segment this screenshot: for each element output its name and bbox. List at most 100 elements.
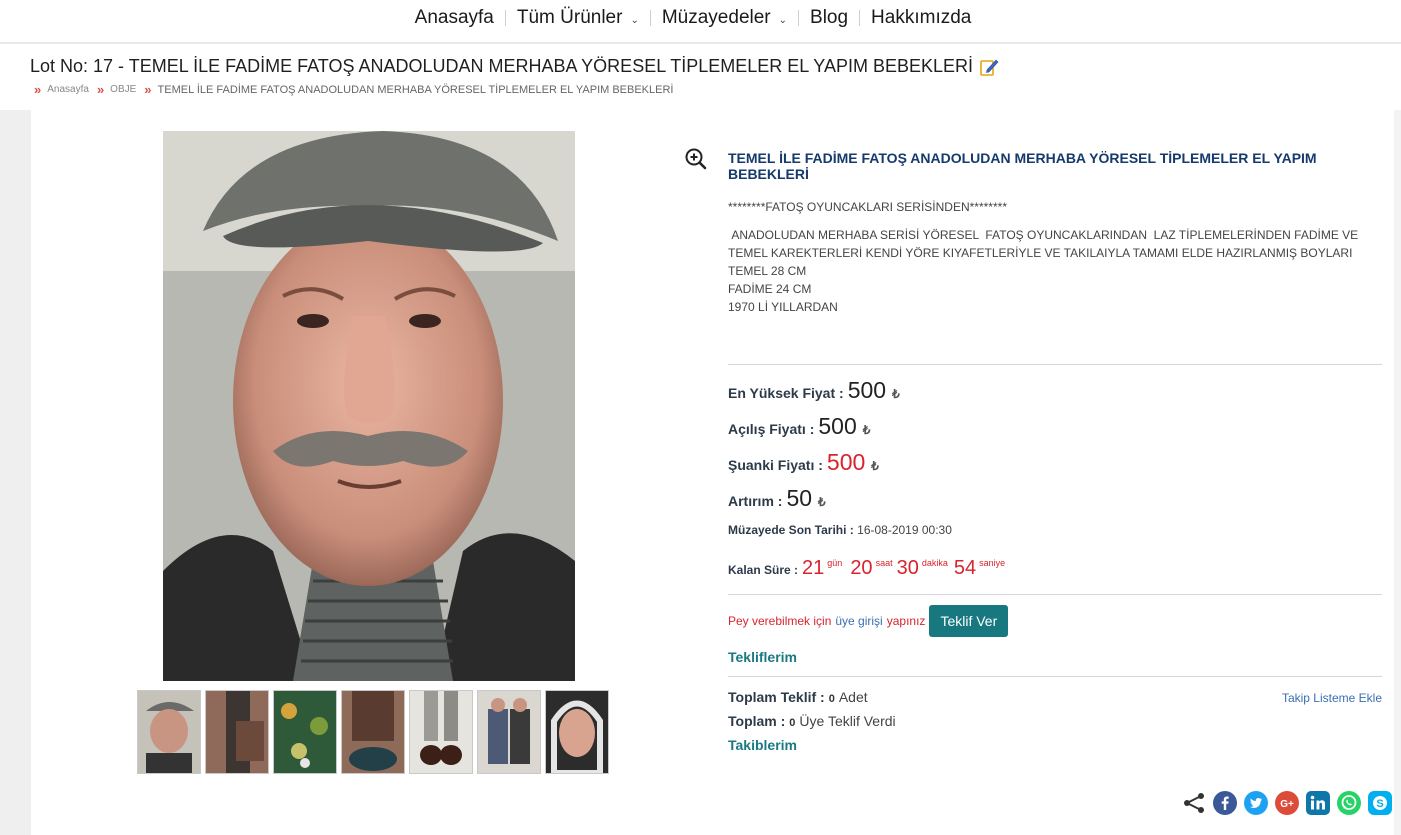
- my-follows-link[interactable]: Takiblerim: [728, 737, 1382, 753]
- opening-price-label: Açılış Fiyatı :: [728, 421, 815, 437]
- increment-value: 50: [786, 485, 813, 511]
- share-bar: G+ S: [1182, 791, 1392, 815]
- countdown-hours-unit: saat: [875, 558, 893, 568]
- breadcrumb-separator: »: [96, 82, 105, 97]
- currency-symbol: ₺: [871, 459, 879, 473]
- zoom-in-icon[interactable]: [684, 147, 708, 171]
- total-bids-value: 0: [828, 693, 835, 705]
- highest-price-row: En Yüksek Fiyat : 500 ₺: [728, 377, 1382, 413]
- page-title: Lot No: 17 - TEMEL İLE FADİME FATOŞ ANAD…: [30, 56, 999, 77]
- currency-symbol: ₺: [862, 423, 871, 437]
- countdown-minutes-unit: dakika: [921, 558, 948, 568]
- total-members-label: Toplam :: [728, 713, 786, 729]
- product-description: ANADOLUDAN MERHABA SERİSİ YÖRESEL FATOŞ …: [728, 226, 1382, 316]
- thumbnail-image[interactable]: [409, 690, 473, 774]
- opening-price-value: 500: [818, 413, 857, 439]
- countdown-label: Kalan Süre :: [728, 563, 799, 577]
- breadcrumb-separator: »: [34, 82, 42, 97]
- product-title: TEMEL İLE FADİME FATOŞ ANADOLUDAN MERHAB…: [728, 150, 1317, 182]
- add-to-watchlist-link[interactable]: Takip Listeme Ekle: [1282, 691, 1382, 705]
- login-link[interactable]: üye girişi: [835, 614, 882, 628]
- total-members-unit: Üye Teklif Verdi: [799, 713, 896, 729]
- divider: [728, 594, 1382, 595]
- nav-about-label: Hakkımızda: [871, 7, 972, 28]
- total-bids-unit: Adet: [838, 689, 868, 705]
- linkedin-icon[interactable]: [1306, 791, 1330, 815]
- highest-price-label: En Yüksek Fiyat :: [728, 385, 844, 401]
- nav-auctions-label: Müzayedeler: [661, 7, 771, 28]
- countdown-timer: Kalan Süre : 21 gün 20 saat 30 dakika 54…: [728, 557, 1382, 580]
- currency-symbol: ₺: [818, 495, 826, 509]
- product-info: TEMEL İLE FADİME FATOŞ ANADOLUDAN MERHAB…: [728, 150, 1382, 753]
- total-bids-label: Toplam Teklif :: [728, 689, 825, 705]
- currency-symbol: ₺: [892, 387, 900, 401]
- opening-price-row: Açılış Fiyatı : 500 ₺: [728, 413, 1382, 449]
- increment-label: Artırım :: [728, 493, 783, 509]
- auction-deadline: Müzayede Son Tarihi : 16-08-2019 00:30: [728, 523, 1382, 537]
- top-navigation: Anasayfa Tüm Ürünler ⌄ Müzayedeler ⌄ Blog …: [0, 0, 1401, 44]
- thumbnail-image[interactable]: [137, 690, 201, 774]
- share-icon[interactable]: [1182, 791, 1206, 815]
- facebook-icon[interactable]: [1213, 791, 1237, 815]
- highest-price-value: 500: [847, 377, 887, 403]
- nav-about[interactable]: Hakkımızda: [860, 7, 982, 29]
- nav-auctions[interactable]: Müzayedeler ⌄: [651, 7, 798, 29]
- thumbnail-image[interactable]: [273, 690, 337, 774]
- current-price-value: 500: [826, 449, 866, 475]
- description-line: TEMEL 28 CM: [728, 264, 807, 278]
- thumbnail-image[interactable]: [341, 690, 405, 774]
- thumbnail-image[interactable]: [477, 690, 541, 774]
- countdown-days: 21: [802, 557, 825, 579]
- nav-home-label: Anasayfa: [414, 7, 494, 28]
- countdown-seconds-unit: saniye: [979, 558, 1006, 568]
- countdown-days-unit: gün: [827, 558, 843, 568]
- current-price-row: Şuanki Fiyatı : 500 ₺: [728, 449, 1382, 485]
- description-line: ANADOLUDAN MERHABA SERİSİ YÖRESEL FATOŞ …: [728, 228, 1362, 260]
- right-gutter: [1394, 110, 1401, 835]
- lot-title-text: Lot No: 17 - TEMEL İLE FADİME FATOŞ ANAD…: [30, 56, 974, 76]
- breadcrumb: » Anasayfa » OBJE » TEMEL İLE FADİME FAT…: [32, 82, 673, 97]
- nav-all-products-label: Tüm Ürünler: [516, 7, 623, 28]
- bid-suffix: yapınız: [886, 614, 926, 628]
- divider: [728, 364, 1382, 365]
- current-price-label: Şuanki Fiyatı :: [728, 457, 823, 473]
- divider: [728, 676, 1382, 677]
- nav-blog-label: Blog: [810, 7, 849, 28]
- countdown-seconds: 54: [953, 557, 977, 579]
- thumbnail-image[interactable]: [545, 690, 609, 774]
- stats-block: Toplam Teklif : 0 Adet Takip Listeme Ekl…: [728, 689, 1382, 753]
- my-bids-link[interactable]: Tekliflerim: [728, 649, 1382, 665]
- whatsapp-icon[interactable]: [1337, 791, 1361, 815]
- deadline-value: 16-08-2019 00:30: [857, 523, 952, 537]
- svg-text:G+: G+: [1280, 799, 1294, 810]
- description-line: FADİME 24 CM: [728, 282, 812, 296]
- skype-icon[interactable]: S: [1368, 791, 1392, 815]
- deadline-label: Müzayede Son Tarihi :: [728, 523, 854, 537]
- breadcrumb-current: TEMEL İLE FADİME FATOŞ ANADOLUDAN MERHAB…: [157, 83, 674, 96]
- edit-icon[interactable]: [979, 57, 999, 77]
- bid-prefix: Pey verebilmek için: [728, 614, 832, 628]
- breadcrumb-home[interactable]: Anasayfa: [47, 84, 89, 95]
- countdown-hours: 20: [850, 557, 873, 579]
- countdown-minutes: 30: [896, 557, 919, 579]
- thumbnail-strip: [137, 690, 609, 774]
- thumbnail-image[interactable]: [205, 690, 269, 774]
- breadcrumb-category[interactable]: OBJE: [110, 84, 136, 95]
- main-product-image[interactable]: [163, 131, 575, 681]
- nav-all-products[interactable]: Tüm Ürünler ⌄: [506, 7, 650, 29]
- increment-row: Artırım : 50 ₺: [728, 485, 1382, 521]
- google-plus-icon[interactable]: G+: [1275, 791, 1299, 815]
- nav-blog[interactable]: Blog: [799, 7, 859, 29]
- breadcrumb-separator: »: [144, 82, 152, 97]
- chevron-down-icon: ⌄: [778, 14, 788, 26]
- product-series-line: ********FATOŞ OYUNCAKLARI SERİSİNDEN****…: [728, 200, 1007, 214]
- svg-text:S: S: [1376, 798, 1383, 810]
- price-block: En Yüksek Fiyat : 500 ₺ Açılış Fiyatı : …: [728, 377, 1382, 521]
- nav-home[interactable]: Anasayfa: [404, 7, 505, 29]
- left-gutter: [0, 110, 31, 835]
- total-members-row: Toplam : 0 Üye Teklif Verdi: [728, 713, 1382, 729]
- chevron-down-icon: ⌄: [630, 14, 639, 26]
- place-bid-button[interactable]: Teklif Ver: [929, 605, 1009, 637]
- twitter-icon[interactable]: [1244, 791, 1268, 815]
- description-line: 1970 Lİ YILLARDAN: [728, 300, 838, 314]
